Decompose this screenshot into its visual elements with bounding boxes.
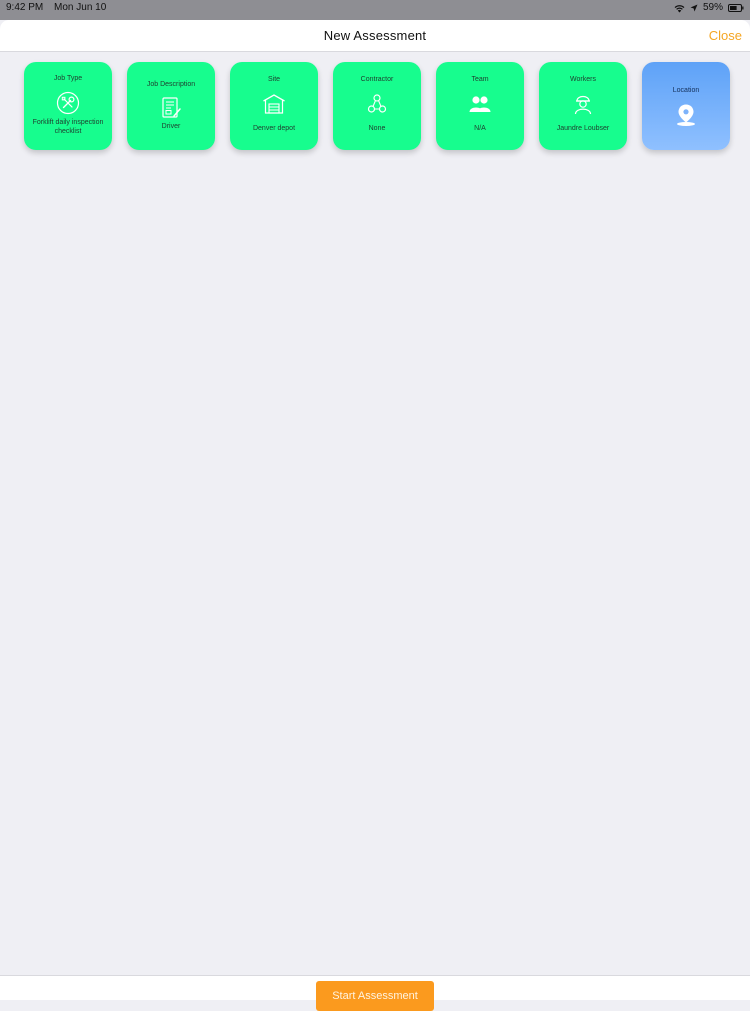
tile-location[interactable]: Location	[642, 62, 730, 150]
start-assessment-button[interactable]: Start Assessment	[316, 981, 434, 1011]
wifi-icon	[674, 4, 685, 12]
tile-value: None	[368, 125, 386, 132]
tile-label: Site	[267, 76, 281, 83]
battery-icon	[728, 4, 744, 12]
location-arrow-icon	[690, 4, 698, 12]
status-left: 9:42 PM Mon Jun 10	[6, 0, 114, 16]
tile-value: Driver	[161, 123, 181, 130]
tile-label: Team	[471, 76, 489, 83]
tile-label: Job Description	[146, 81, 196, 88]
assessment-tiles: Job Type Forklift daily inspection check…	[24, 62, 730, 150]
tile-team[interactable]: Team N/A	[436, 62, 524, 150]
tools-icon	[56, 91, 80, 115]
tile-value: Denver depot	[252, 125, 296, 132]
contractor-icon	[367, 94, 387, 113]
status-bar: 9:42 PM Mon Jun 10 59%	[0, 0, 750, 16]
status-right: 59%	[674, 0, 744, 16]
status-time: 9:42 PM	[6, 2, 44, 13]
tile-contractor[interactable]: Contractor None	[333, 62, 421, 150]
team-icon	[469, 96, 491, 112]
tile-label: Contractor	[360, 76, 394, 83]
tile-label: Workers	[570, 76, 596, 83]
warehouse-icon	[263, 94, 285, 114]
worker-icon	[574, 95, 592, 115]
tile-value: Forklift daily inspection checklist	[32, 119, 104, 135]
tile-label: Job Type	[53, 75, 83, 82]
tile-value: Jaundre Loubser	[556, 125, 610, 132]
page-title: New Assessment	[323, 28, 427, 43]
tile-job-description[interactable]: Job Description Driver	[127, 62, 215, 150]
tile-label: Location	[672, 87, 700, 94]
tile-site[interactable]: Site Denver depot	[230, 62, 318, 150]
location-pin-icon	[677, 104, 695, 126]
status-date: Mon Jun 10	[54, 2, 107, 13]
tile-workers[interactable]: Workers Jaundre Loubser	[539, 62, 627, 150]
battery-percent: 59%	[702, 2, 723, 13]
navigation-bar: New Assessment Close	[0, 20, 750, 52]
document-icon	[162, 97, 181, 118]
assessment-sheet: New Assessment Close Job Type Forklift d…	[0, 20, 750, 1000]
tile-job-type[interactable]: Job Type Forklift daily inspection check…	[24, 62, 112, 150]
close-button[interactable]: Close	[709, 28, 742, 43]
tile-value: N/A	[474, 125, 486, 132]
